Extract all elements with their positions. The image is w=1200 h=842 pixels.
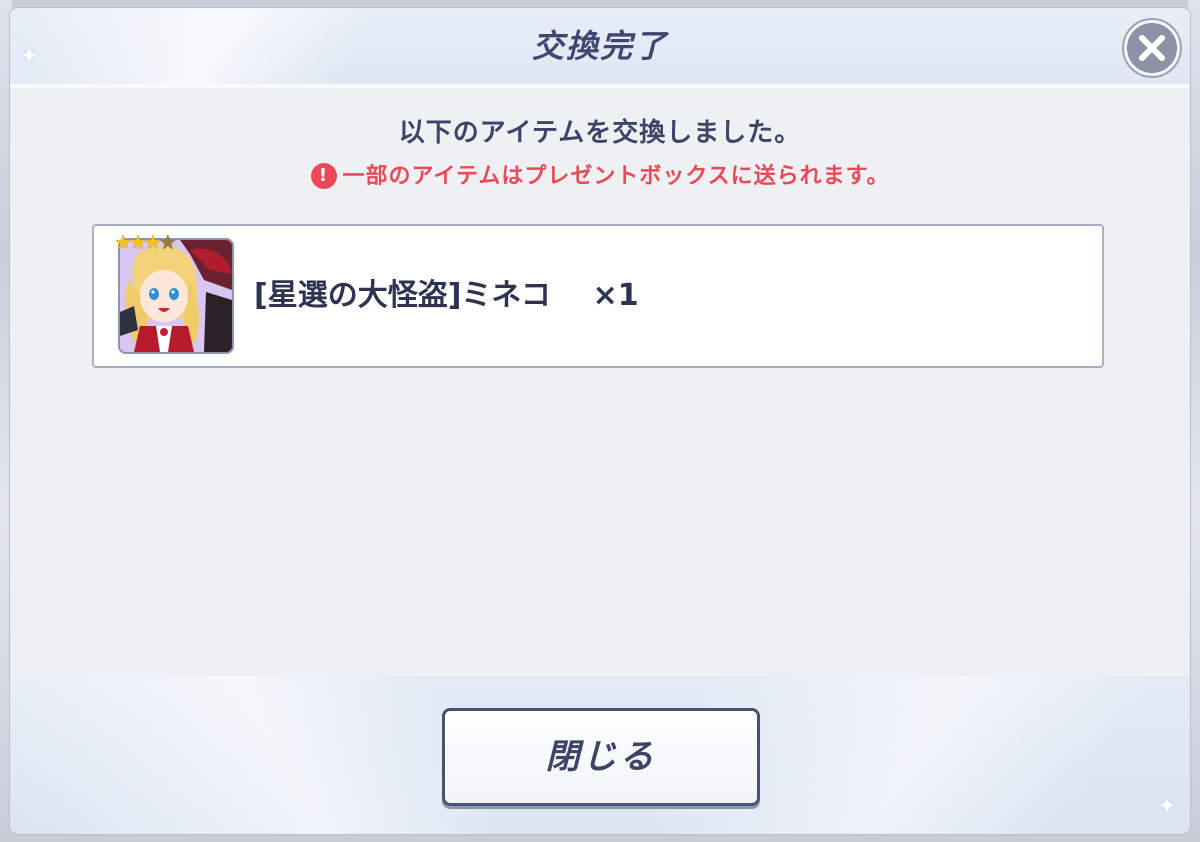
sparkle-icon: ✦ [1157,794,1176,819]
item-name: [星選の大怪盗]ミネコ [254,278,551,313]
character-thumbnail [118,238,234,354]
dialog-title: 交換完了 [531,27,668,65]
warning-notice: ! 一部のアイテムはプレゼントボックスに送られます。 [10,158,1190,190]
character-portrait-icon [120,240,232,352]
close-button-x[interactable] [1124,20,1180,76]
star-empty-icon: ★ [158,230,177,254]
exchange-complete-dialog: ✦ 交換完了 以下のアイテムを交換しました。 ! 一部のアイテムはプレゼントボック… [10,8,1190,834]
rarity-stars: ★★★★ [114,230,177,254]
close-x-icon [1139,35,1165,61]
item-name-line: [星選の大怪盗]ミネコ ×1 [254,226,639,366]
exchange-message: 以下のアイテムを交換しました。 [398,118,802,148]
warning-icon: ! [310,163,337,189]
close-button[interactable]: 閉じる [442,708,760,806]
item-quantity: ×1 [592,278,639,313]
dialog-header: ✦ 交換完了 [10,8,1190,88]
item-card: ★★★★ [星選の大怪盗]ミネコ ×1 [92,224,1104,368]
warning-text: 一部のアイテムはプレゼントボックスに送られます。 [342,164,890,189]
